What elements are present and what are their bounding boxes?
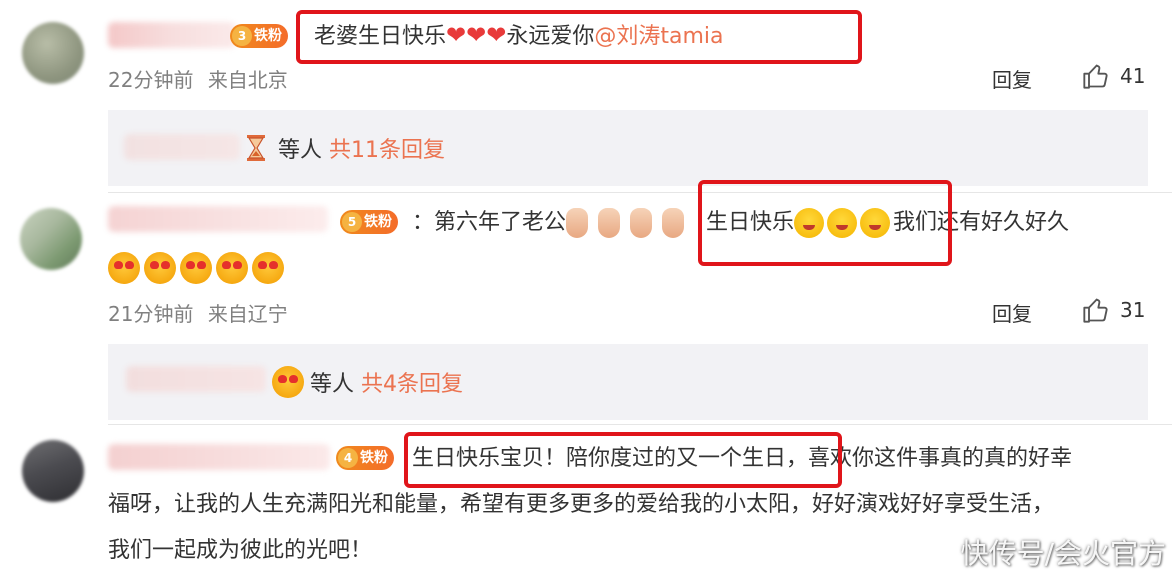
clap-hand-emoji <box>630 208 653 238</box>
heart-eyes-emoji <box>144 252 176 284</box>
fan-badge-label: 铁粉 <box>364 214 392 230</box>
reply-summary-text: 等人 共11条回复 <box>278 132 445 164</box>
heart-eyes-emoji <box>216 252 248 284</box>
comment-text-line: 福呀，让我的人生充满阳光和能量，希望有更多更多的爱给我的小太阳，好好演戏好好享受… <box>108 492 1055 517</box>
replier-name-blurred <box>124 134 240 160</box>
like-count: 41 <box>1120 64 1146 88</box>
heart-eyes-emoji <box>252 252 284 284</box>
divider <box>108 424 1172 425</box>
replier-name-blurred <box>126 366 266 392</box>
level-badge-icon: 5 <box>342 212 362 232</box>
clap-hand-emoji <box>566 208 589 238</box>
reply-count-link[interactable]: 共4条回复 <box>361 372 463 397</box>
fan-badge: 5 铁粉 <box>340 210 398 234</box>
fan-badge: 3 铁粉 <box>230 24 288 48</box>
reply-summary-prefix: 等人 <box>278 138 323 163</box>
heart-eyes-emoji <box>108 252 140 284</box>
reply-summary[interactable]: 等人 共4条回复 <box>108 344 1148 420</box>
comment-location: 来自北京 <box>207 68 288 92</box>
comment-time: 22分钟前 <box>108 68 194 92</box>
fan-badge-label: 铁粉 <box>360 450 388 466</box>
highlight-box <box>296 10 862 64</box>
reply-button[interactable]: 回复 <box>992 64 1032 93</box>
divider <box>108 192 1172 193</box>
avatar[interactable] <box>22 440 84 502</box>
level-badge-icon: 4 <box>338 448 358 468</box>
avatar[interactable] <box>20 208 82 270</box>
comment-text-part: 喜欢你这件事真的真的好幸 <box>808 446 1073 471</box>
comment-text-part: ：第六年了老公 <box>412 210 567 235</box>
highlight-box <box>698 180 952 266</box>
emoji-row <box>108 252 288 284</box>
thumbs-up-icon[interactable] <box>1082 296 1110 324</box>
fan-badge: 4 铁粉 <box>336 446 394 470</box>
watermark: 快传号/会火官方 <box>960 537 1166 570</box>
clap-hand-emoji <box>662 208 685 238</box>
highlight-box <box>404 432 842 488</box>
heart-eyes-emoji <box>180 252 212 284</box>
clap-hand-emoji <box>598 208 621 238</box>
comment-meta: 22分钟前 来自北京 <box>108 64 288 93</box>
reply-summary[interactable]: 等人 共11条回复 <box>108 110 1148 186</box>
username-blurred[interactable] <box>108 22 236 48</box>
hourglass-icon <box>247 135 265 161</box>
level-badge-icon: 3 <box>232 26 252 46</box>
username-blurred[interactable] <box>108 444 330 470</box>
thumbs-up-icon[interactable] <box>1082 62 1110 90</box>
username-blurred[interactable] <box>108 206 328 232</box>
comment-text-line: 我们一起成为彼此的光吧！ <box>108 538 373 563</box>
comment-meta: 21分钟前 来自辽宁 <box>108 298 288 327</box>
avatar[interactable] <box>22 22 84 84</box>
heart-eyes-emoji <box>272 366 304 398</box>
fan-badge-label: 铁粉 <box>254 28 282 44</box>
comment-feed: 3 铁粉 老婆生日快乐❤❤❤永远爱你@刘涛tamia 22分钟前 来自北京 回复… <box>0 0 1172 578</box>
reply-button[interactable]: 回复 <box>992 298 1032 327</box>
comment-location: 来自辽宁 <box>207 302 288 326</box>
reply-summary-text: 等人 共4条回复 <box>310 366 463 398</box>
reply-summary-prefix: 等人 <box>310 372 355 397</box>
reply-count-link[interactable]: 共11条回复 <box>329 138 445 163</box>
like-count: 31 <box>1120 298 1146 322</box>
comment-time: 21分钟前 <box>108 302 194 326</box>
